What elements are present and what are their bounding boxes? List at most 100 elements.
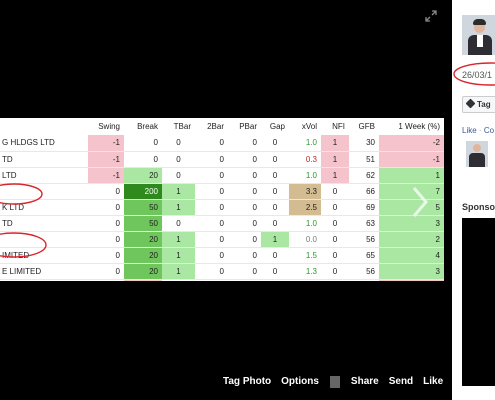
table-cell: 63 (349, 215, 379, 232)
table-cell: 0 (88, 183, 124, 200)
photo-viewer: Swing Break TBar 2Bar PBar Gap xVol NFI … (0, 0, 452, 400)
table-cell: 50 (124, 215, 162, 232)
table-cell: 0 (88, 263, 124, 280)
stock-name-cell (0, 183, 88, 200)
table-cell: 3 (379, 263, 444, 280)
table-cell: 0 (162, 279, 195, 281)
table-cell: 0 (228, 231, 261, 248)
column-header: GFB (358, 122, 375, 131)
table-cell: 20 (124, 231, 162, 248)
table-cell: 0 (195, 247, 228, 264)
expand-icon[interactable] (425, 10, 437, 22)
table-cell: 20 (124, 167, 162, 184)
divider (329, 376, 340, 388)
table-cell: 1.0 (289, 135, 321, 152)
column-header: 2Bar (207, 122, 224, 131)
table-row: K LTD 0 50 1 0 0 0 2.5 0 69 5 (0, 199, 444, 216)
stock-name-cell: IMITED (0, 247, 88, 264)
table-cell: 51 (349, 151, 379, 168)
stock-name-cell: TD (0, 151, 88, 168)
table-row: 0 200 1 0 0 0 3.3 0 66 7 (0, 183, 444, 200)
post-date[interactable]: 26/03/1 (462, 70, 492, 80)
sponsored-heading: Sponso (462, 202, 495, 212)
table-cell: 0 (261, 215, 289, 232)
comment-link[interactable]: Co (484, 126, 494, 135)
share-link[interactable]: Share (346, 376, 384, 388)
stock-name-cell: TD (0, 215, 88, 232)
photo-actions-bar: Tag Photo Options Share Send Like (218, 376, 448, 388)
table-cell: 56 (349, 231, 379, 248)
table-cell: 0 (261, 183, 289, 200)
table-cell: 0 (195, 183, 228, 200)
table-cell: 0 (228, 279, 261, 281)
table-cell: 0 (195, 231, 228, 248)
tag-photo-link[interactable]: Tag Photo (218, 376, 276, 388)
table-cell: 1 (321, 135, 349, 152)
column-header: PBar (239, 122, 257, 131)
table-cell: 0 (88, 279, 124, 281)
table-cell: 200 (124, 183, 162, 200)
table-cell: 1 (162, 231, 195, 248)
table-cell: 0 (195, 167, 228, 184)
table-cell: 1 (162, 183, 195, 200)
table-cell: 0 (321, 231, 349, 248)
column-header: TBar (173, 122, 191, 131)
column-header: xVol (301, 122, 317, 131)
table-cell: 0 (261, 151, 289, 168)
options-link[interactable]: Options (276, 376, 324, 388)
table-cell: 0 (261, 263, 289, 280)
like-comment-row: Like · Co (462, 126, 494, 135)
table-cell: 65 (349, 247, 379, 264)
tag-icon (465, 98, 476, 109)
table-cell: 62 (349, 167, 379, 184)
column-header: Gap (269, 122, 285, 131)
table-cell: 2.5 (289, 199, 321, 216)
table-cell: 0 (195, 279, 228, 281)
table-cell: 3.3 (289, 183, 321, 200)
table-cell: 0.0 (289, 231, 321, 248)
next-arrow-icon[interactable] (405, 182, 435, 222)
table-cell: 0 (162, 215, 195, 232)
table-cell: 1 (379, 167, 444, 184)
table-cell: -1 (379, 279, 444, 281)
table-cell: 66 (349, 183, 379, 200)
send-link[interactable]: Send (384, 376, 418, 388)
commenter-avatar[interactable] (466, 141, 488, 167)
like-link[interactable]: Like (418, 376, 448, 388)
table-cell: 0 (228, 167, 261, 184)
table-cell: 1 (162, 263, 195, 280)
table-cell: 1.3 (289, 263, 321, 280)
table-cell: 0 (195, 215, 228, 232)
stock-name-cell: G HLDGS LTD (0, 135, 88, 152)
table-cell: 0 (162, 167, 195, 184)
tag-button[interactable]: Tag (462, 96, 495, 113)
stock-name-cell: E LIMITED (0, 263, 88, 280)
table-cell: -2 (379, 135, 444, 152)
table-cell: -1 (88, 167, 124, 184)
table-cell: 1 (162, 247, 195, 264)
table-cell: 0 (261, 279, 289, 281)
table-row: LTD -1 20 0 0 0 0 1.0 1 62 1 (0, 167, 444, 184)
table-cell: 1.6 (289, 279, 321, 281)
table-cell: 0 (321, 263, 349, 280)
table-cell: -20 (124, 279, 162, 281)
table-row: 0 20 1 0 0 1 0.0 0 56 2 (0, 231, 444, 248)
like-link[interactable]: Like (462, 126, 477, 135)
table-cell: 0 (88, 231, 124, 248)
column-header: Swing (98, 122, 120, 131)
avatar[interactable] (462, 15, 495, 55)
table-cell: 4 (379, 247, 444, 264)
table-cell: 1.5 (289, 247, 321, 264)
stock-name-cell: ITED (0, 279, 88, 281)
table-cell: -1 (88, 135, 124, 152)
ad-image[interactable] (462, 218, 495, 386)
table-cell: 1.0 (289, 215, 321, 232)
table-cell: 0.3 (289, 151, 321, 168)
table-row: TD -1 0 0 0 0 0 0.3 1 51 -1 (0, 151, 444, 168)
table-cell: -1 (88, 151, 124, 168)
column-header: 1 Week (%) (398, 122, 440, 131)
stock-scan-table: Swing Break TBar 2Bar PBar Gap xVol NFI … (0, 118, 444, 281)
column-header: NFI (332, 122, 345, 131)
table-cell: 0 (228, 199, 261, 216)
table-cell: 0 (228, 215, 261, 232)
